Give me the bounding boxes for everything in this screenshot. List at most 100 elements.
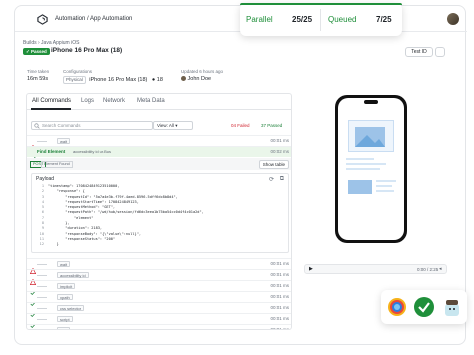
view-filter-label: View: All bbox=[157, 123, 174, 128]
code-text: "timestamp": 1708424849123510000, bbox=[48, 184, 120, 188]
command-tag: xpath bbox=[57, 294, 73, 300]
command-time: 00:01 ms bbox=[270, 261, 289, 266]
warning-icon bbox=[29, 138, 37, 151]
user-value: John Doe bbox=[181, 76, 211, 82]
command-tag: implicit bbox=[57, 283, 76, 289]
code-text: "requestId": "5a7a4e3b-f79f-4aed-8596-5d… bbox=[48, 194, 178, 199]
command-tag: wait bbox=[57, 327, 71, 329]
check-icon bbox=[30, 316, 36, 329]
tab-bar: All Commands Logs Network Meta Data bbox=[27, 94, 291, 110]
command-time: 00:01 ms bbox=[270, 138, 289, 143]
time-taken-label: Time taken bbox=[27, 69, 50, 74]
code-text: "requestPath": "/wd/hub/session/fd6dc3ee… bbox=[48, 210, 204, 215]
chevron-down-icon: ▾ bbox=[175, 123, 178, 128]
timeline-bar bbox=[37, 275, 47, 276]
command-tag: script bbox=[57, 316, 73, 322]
copy-icon[interactable] bbox=[435, 47, 445, 57]
play-icon[interactable]: ▶ bbox=[309, 266, 313, 272]
show-table-button[interactable]: Show table bbox=[258, 160, 289, 169]
timeline-bar bbox=[37, 141, 47, 142]
active-tab-indicator bbox=[31, 108, 71, 110]
tab-network[interactable]: Network bbox=[103, 98, 125, 104]
test-id-button[interactable]: Test ID bbox=[405, 47, 433, 57]
command-time: 00:01 ms bbox=[270, 283, 289, 288]
code-text: "requestStartTime": 1708424849123, bbox=[48, 199, 139, 204]
command-args: accessibility id ur.Bus bbox=[73, 149, 112, 154]
code-text: "requestMethod": "GET", bbox=[48, 205, 116, 210]
refresh-icon[interactable]: ⟳ bbox=[269, 176, 274, 183]
check-icon bbox=[30, 327, 36, 329]
text-placeholder bbox=[346, 158, 374, 160]
text-placeholder bbox=[376, 185, 392, 187]
copy-icon[interactable]: ⧉ bbox=[280, 176, 284, 183]
version-count: 18 bbox=[156, 77, 163, 83]
command-tag: wait bbox=[57, 138, 71, 144]
payload-block: Payload ⟳ ⧉ 1 "timestamp": 17084248491235… bbox=[31, 173, 289, 253]
time-taken-value: 16m 59s bbox=[27, 76, 49, 82]
check-icon bbox=[30, 305, 36, 318]
command-detail-bar: POST Element Found Show table bbox=[27, 158, 291, 170]
parallel-value: 25/25 bbox=[292, 15, 313, 24]
timeline-bar bbox=[37, 319, 47, 320]
breadcrumb[interactable]: Builds › Java Appium iOS bbox=[23, 40, 79, 46]
failed-count[interactable]: 04 Failed bbox=[231, 123, 250, 128]
commands-panel: All Commands Logs Network Meta Data Sear… bbox=[26, 93, 292, 330]
table-row[interactable]: xpath 00:01 ms bbox=[27, 291, 291, 307]
updated-label: Updated 6 hours ago bbox=[181, 69, 224, 74]
code-text: "responseStatus": "200" bbox=[48, 236, 116, 241]
view-filter-select[interactable]: View: All ▾ bbox=[153, 121, 193, 130]
status-badge: ✓ Passed bbox=[23, 48, 50, 55]
code-text: }, bbox=[48, 221, 70, 226]
top-breadcrumb[interactable]: Automation / App Automation bbox=[55, 16, 132, 22]
timeline-bar bbox=[37, 297, 47, 298]
text-placeholder bbox=[376, 190, 394, 192]
tab-logs[interactable]: Logs bbox=[81, 98, 94, 104]
card-accent bbox=[240, 3, 402, 5]
volume-icon[interactable]: ◂ bbox=[439, 266, 442, 272]
code-line: 12 } bbox=[34, 242, 204, 247]
command-tag: accessibility id bbox=[57, 272, 89, 278]
queued-label: Queued bbox=[328, 15, 357, 24]
search-placeholder: Search Commands bbox=[42, 123, 81, 128]
code-text: "element" bbox=[48, 215, 94, 220]
table-row[interactable]: script 00:01 ms bbox=[27, 313, 291, 329]
logo-icon bbox=[37, 14, 48, 25]
table-row[interactable]: implicit 00:01 ms bbox=[27, 280, 291, 296]
player-time: 0:00 / 2:25 bbox=[417, 267, 439, 272]
text-placeholder bbox=[346, 163, 386, 165]
passed-count[interactable]: 37 Passed bbox=[261, 123, 282, 128]
table-row[interactable]: wait 00:01 ms bbox=[27, 135, 291, 151]
timeline-bar bbox=[37, 264, 47, 265]
command-time: 00:01 ms bbox=[270, 316, 289, 321]
table-row[interactable]: wait 00:01 ms bbox=[27, 324, 291, 329]
code-text: "responseBody": "{\"value\":null}", bbox=[48, 231, 142, 236]
text-placeholder bbox=[346, 168, 380, 170]
configurations-value: Physical iPhone 16 Pro Max (18) ● 18 bbox=[63, 76, 163, 84]
avatar[interactable] bbox=[447, 13, 459, 25]
tab-all-commands[interactable]: All Commands bbox=[32, 98, 71, 104]
command-time: 00:01 ms bbox=[270, 294, 289, 299]
table-row-selected[interactable]: Find Element accessibility id ur.Bus 00:… bbox=[27, 146, 291, 162]
device-screen bbox=[338, 98, 404, 240]
table-row[interactable]: accessibility id 00:01 ms bbox=[27, 269, 291, 285]
apple-icon: ● bbox=[151, 77, 156, 83]
tab-meta-data[interactable]: Meta Data bbox=[137, 98, 165, 104]
page-title: iPhone 16 Pro Max (18) bbox=[51, 47, 123, 54]
parallel-queued-card: Parallel 25/25 Queued 7/25 bbox=[240, 3, 402, 36]
check-icon bbox=[30, 283, 36, 296]
search-input[interactable]: Search Commands bbox=[31, 121, 153, 130]
table-row[interactable]: wait 00:01 ms bbox=[27, 258, 291, 274]
command-tag: css selector bbox=[57, 305, 85, 311]
search-icon bbox=[34, 123, 40, 129]
configurations-label: Configurations bbox=[63, 69, 93, 74]
table-row[interactable]: css selector 00:01 ms bbox=[27, 302, 291, 318]
result-tag: Element Found bbox=[41, 161, 73, 168]
device-name: iPhone 16 Pro Max (18) bbox=[89, 77, 148, 83]
code-text: } bbox=[48, 242, 59, 247]
timeline-bar bbox=[37, 308, 47, 309]
video-player[interactable]: ▶ 0:00 / 2:25 ◂ bbox=[304, 264, 447, 274]
timeline-bar bbox=[37, 286, 47, 287]
verified-check-icon bbox=[414, 297, 434, 317]
command-tag: wait bbox=[57, 261, 71, 267]
parallel-label: Parallel bbox=[246, 15, 273, 24]
